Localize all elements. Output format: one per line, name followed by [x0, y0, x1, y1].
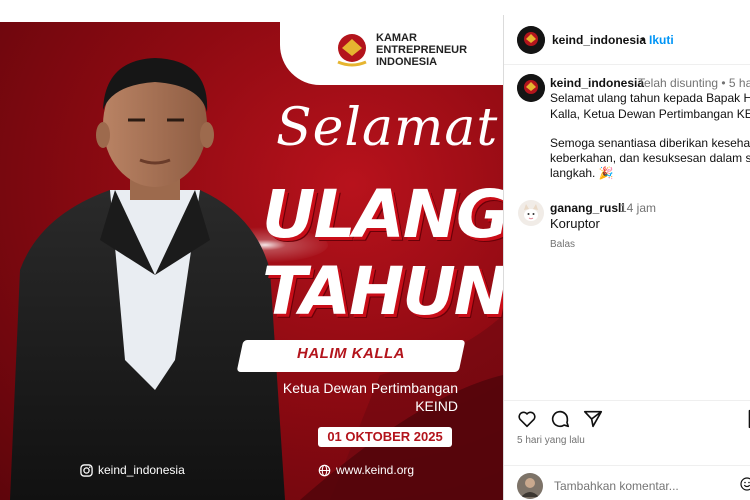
author-username[interactable]: keind_indonesia — [552, 33, 646, 47]
footer-website: www.keind.org — [318, 463, 414, 477]
footer-website-url: www.keind.org — [336, 463, 415, 477]
post-detail-panel: keind_indonesia • Ikuti ⋮ keind_indonesi… — [503, 15, 750, 500]
role-line-2: KEIND — [415, 398, 458, 414]
add-comment-input[interactable] — [554, 479, 704, 493]
follow-button[interactable]: Ikuti — [649, 33, 674, 47]
caption-line-5: keberkahan, dan kesuksesan dalam setia — [550, 151, 750, 165]
comment-text: Koruptor — [550, 216, 600, 231]
logo-line-3: INDONESIA — [376, 56, 438, 68]
comment-icon[interactable] — [549, 408, 571, 430]
cat-avatar-icon — [518, 200, 544, 226]
caption-line-4: Semoga senantiasa diberikan kesehatan — [550, 136, 750, 150]
reply-button[interactable]: Balas — [550, 239, 575, 250]
keind-emblem-icon — [337, 34, 367, 67]
headline-script: Selamat — [276, 98, 499, 158]
emoji-icon[interactable] — [740, 477, 750, 491]
caption-line-6: langkah. 🎉 — [550, 166, 614, 180]
event-date: 01 OKTOBER 2025 — [327, 429, 443, 444]
headline-tahun: TAHUN — [262, 253, 509, 330]
caption-meta: Telah disunting • 5 har — [638, 76, 750, 90]
keind-avatar-icon — [517, 74, 545, 102]
logo-line-1: KAMAR — [376, 32, 417, 44]
footer-instagram: keind_indonesia — [80, 463, 185, 477]
commenter-username[interactable]: ganang_rusli — [550, 201, 625, 215]
commenter-avatar[interactable] — [518, 200, 544, 226]
comment-time: 14 jam — [620, 201, 657, 215]
add-comment-bar — [504, 465, 750, 500]
caption-username[interactable]: keind_indonesia — [550, 76, 644, 90]
current-user-avatar — [517, 473, 543, 499]
share-icon[interactable] — [582, 408, 604, 430]
header-separator: • — [641, 32, 646, 46]
caption-line-2: Kalla, Ketua Dewan Pertimbangan KEIND — [550, 107, 750, 121]
post-time-ago: 5 hari yang lalu — [517, 435, 585, 446]
user-photo-icon — [517, 473, 543, 499]
more-options-icon[interactable]: ⋮ — [744, 28, 750, 48]
keind-avatar-icon — [517, 26, 545, 54]
bookmark-icon[interactable] — [744, 408, 750, 430]
caption-line-1: Selamat ulang tahun kepada Bapak Hali — [550, 91, 750, 105]
logo-line-2: ENTREPRENEUR — [376, 44, 468, 56]
person-name: HALIM KALLA — [297, 345, 405, 362]
caption-avatar[interactable] — [517, 74, 545, 102]
headline-ulang: ULANG — [262, 176, 510, 253]
footer-instagram-handle: keind_indonesia — [98, 463, 185, 477]
keind-logo-text: KAMAR ENTREPRENEUR INDONESIA — [376, 32, 467, 68]
heart-icon[interactable] — [516, 408, 538, 430]
post-actions — [504, 400, 750, 440]
author-avatar[interactable] — [517, 26, 545, 54]
role-line-1: Ketua Dewan Pertimbangan — [282, 380, 458, 396]
post-header: keind_indonesia • Ikuti ⋮ — [504, 15, 750, 65]
globe-icon — [318, 464, 331, 476]
instagram-icon — [80, 463, 93, 477]
portrait-photo — [10, 58, 285, 500]
